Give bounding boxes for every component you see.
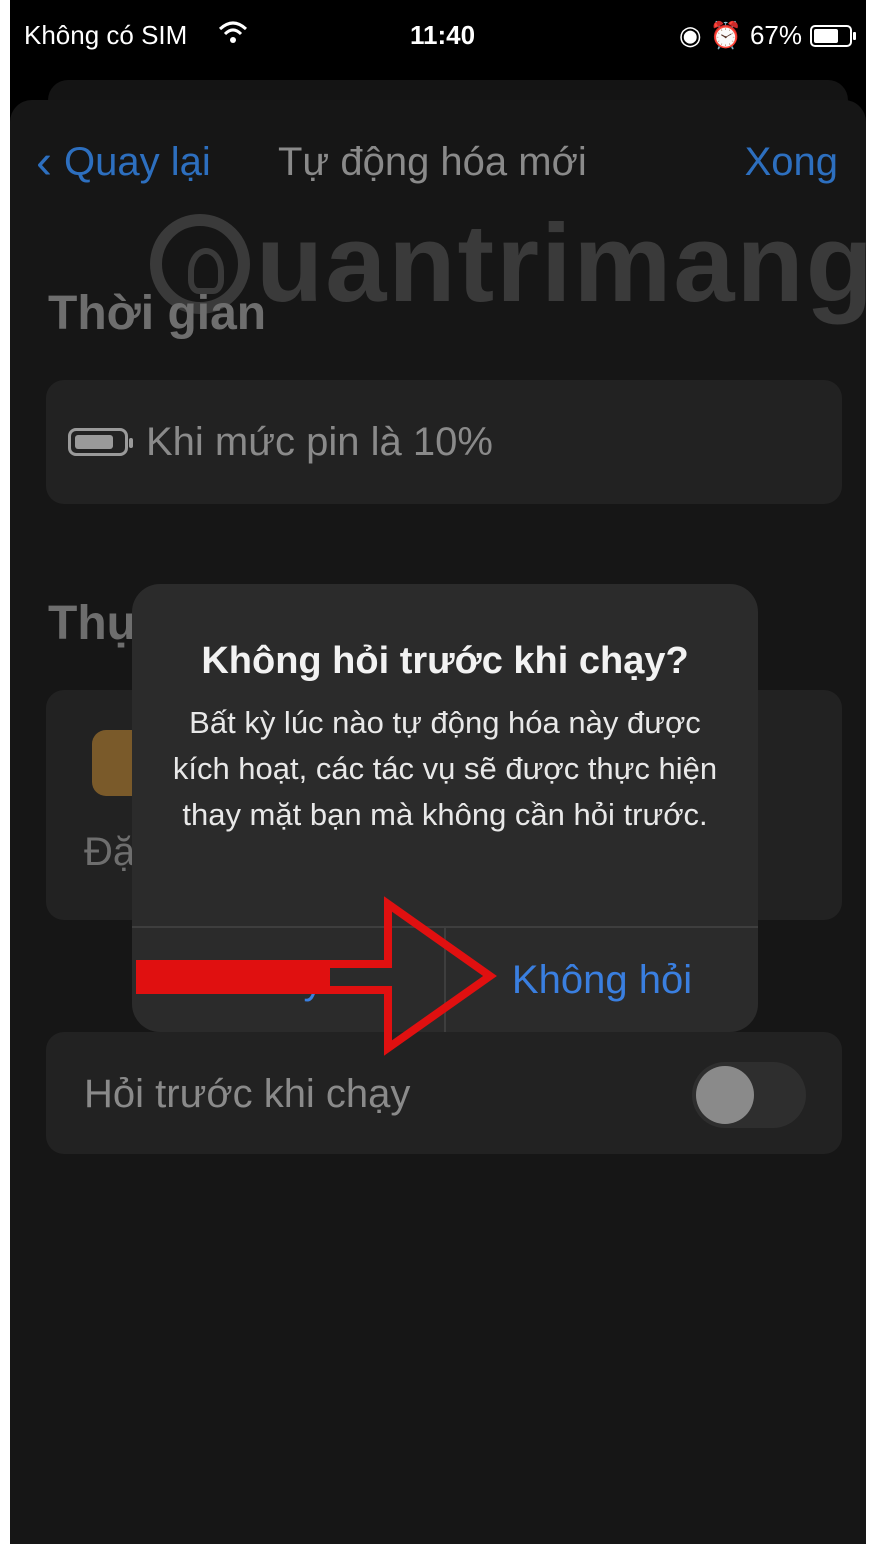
chevron-left-icon: ‹ [36, 135, 52, 189]
toggle-knob [696, 1066, 754, 1124]
trigger-text: Khi mức pin là 10% [146, 419, 493, 464]
back-label: Quay lại [63, 140, 211, 184]
status-right: ◉ ⏰ 67% [678, 20, 856, 51]
battery-percent: 67% [749, 20, 802, 50]
dont-ask-button[interactable]: Không hỏi [446, 928, 758, 1032]
confirm-alert: Không hỏi trước khi chạy? Bất kỳ lúc nào… [132, 584, 758, 1032]
battery-low-icon [68, 428, 133, 456]
ask-before-running-toggle[interactable] [692, 1062, 806, 1128]
back-button[interactable]: ‹ Quay lại [36, 135, 211, 189]
action-text: Đặ [84, 830, 136, 874]
cancel-button[interactable]: Hủy [132, 928, 444, 1032]
alert-title: Không hỏi trước khi chạy? [201, 640, 689, 682]
carrier-label: Không có SIM [24, 20, 188, 50]
watermark-text: uantrimang [256, 202, 866, 325]
phone-screen: Không có SIM 11:40 ◉ ⏰ 67% ‹ Quay lại Tự… [10, 0, 866, 1544]
battery-icon [810, 24, 856, 47]
page-title: Tự động hóa mới [278, 140, 587, 184]
alert-message: Bất kỳ lúc nào tự động hóa này được kích… [172, 705, 718, 832]
trigger-card[interactable]: Khi mức pin là 10% [46, 380, 842, 504]
alarm-icon: ⏰ [709, 20, 742, 50]
done-button[interactable]: Xong [745, 140, 838, 185]
wifi-icon [218, 20, 248, 51]
status-bar: Không có SIM 11:40 ◉ ⏰ 67% [10, 0, 866, 70]
ask-before-running-label: Hỏi trước khi chạy [84, 1072, 411, 1116]
section-title-actions: Thự [48, 597, 142, 650]
clock: 11:40 [410, 20, 476, 50]
section-title-time: Thời gian [48, 287, 267, 340]
ask-before-running-row: Hỏi trước khi chạy [46, 1032, 842, 1154]
rotation-lock-icon: ◉ [678, 20, 702, 50]
